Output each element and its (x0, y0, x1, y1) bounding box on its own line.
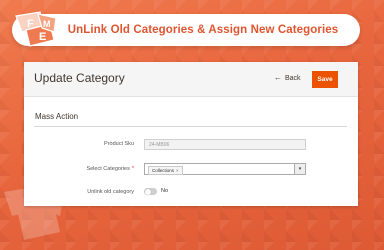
select-categories-label-text: Select Categories (86, 166, 130, 172)
arrow-left-icon: ← (274, 73, 282, 82)
back-button-label: Back (285, 74, 301, 82)
close-icon[interactable]: × (176, 167, 179, 174)
toggle-knob (144, 188, 151, 195)
banner-title: UnLink Old Categories & Assign New Categ… (67, 24, 339, 36)
unlink-old-category-toggle[interactable] (144, 188, 157, 195)
required-mark: * (131, 166, 134, 172)
product-sku-input[interactable]: 24-MB06 (144, 139, 306, 150)
svg-text:E: E (39, 31, 46, 43)
update-category-panel: Update Category ← Back Save Mass Action … (24, 62, 358, 206)
select-categories-field[interactable]: Collections × ▾ (144, 163, 306, 175)
page-title: Update Category (34, 71, 125, 85)
product-sku-label: Product Sku (104, 141, 134, 147)
caret-down-icon[interactable]: ▾ (294, 164, 305, 174)
section-title: Mass Action (35, 112, 79, 121)
select-categories-label: Select Categories * (54, 166, 134, 172)
svg-text:M: M (43, 19, 51, 29)
save-button[interactable]: Save (312, 71, 338, 88)
unlink-old-category-label: Unlink old category (87, 189, 134, 195)
category-chip-label: Collections (152, 167, 175, 173)
category-chip-collections[interactable]: Collections × (148, 165, 183, 175)
section-divider (34, 126, 347, 127)
header-banner: UnLink Old Categories & Assign New Categ… (12, 14, 360, 46)
panel-header: Update Category ← Back Save (24, 62, 358, 97)
back-button[interactable]: ← Back (274, 74, 301, 82)
unlink-old-category-value: No (161, 188, 169, 194)
fme-logo: F E M (15, 11, 57, 47)
svg-text:F: F (27, 18, 34, 30)
